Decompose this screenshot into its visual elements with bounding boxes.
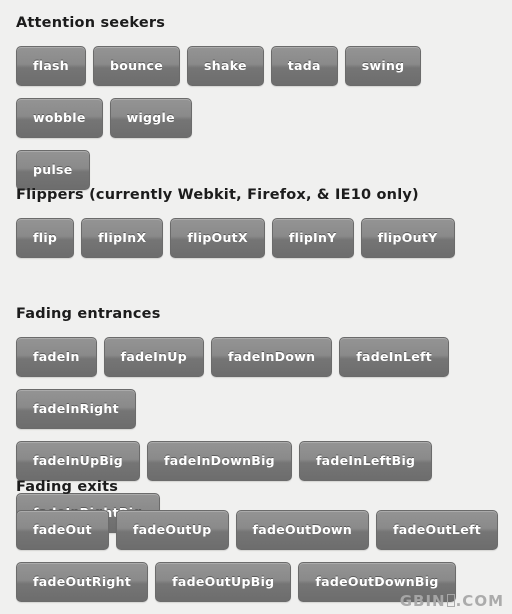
animation-button-fadeIn[interactable]: fadeIn <box>16 336 97 377</box>
animation-demo-page: Attention seekers flash bounce shake tada sw… <box>0 0 512 614</box>
watermark-suffix: .COM <box>455 592 504 610</box>
site-watermark: GBIN .COM <box>400 592 504 610</box>
section-title-fading-exits: Fading exits <box>16 479 119 495</box>
watermark-prefix: GBIN <box>399 592 446 610</box>
animation-button-flipInY[interactable]: flipInY <box>271 217 354 258</box>
button-rows-flippers: flip flipInX flipOutX flipInY flipOutY <box>16 217 504 270</box>
animation-button-fadeOutRight[interactable]: fadeOutRight <box>16 561 149 602</box>
button-row: fadeOut fadeOutUp fadeOutDown fadeOutLeft <box>16 509 504 562</box>
animation-button-swing[interactable]: swing <box>344 45 422 86</box>
animation-button-fadeInLeftBig[interactable]: fadeInLeftBig <box>298 440 433 481</box>
animation-button-tada[interactable]: tada <box>270 45 338 86</box>
animation-button-fadeOutLeft[interactable]: fadeOutLeft <box>376 509 498 550</box>
animation-button-wobble[interactable]: wobble <box>16 97 103 138</box>
animation-button-fadeInRight[interactable]: fadeInRight <box>16 388 136 429</box>
animation-button-fadeInUp[interactable]: fadeInUp <box>103 336 205 377</box>
animation-button-fadeInDownBig[interactable]: fadeInDownBig <box>147 440 292 481</box>
section-title-fading-entrances: Fading entrances <box>16 306 161 322</box>
section-attention-seekers: Attention seekers flash bounce shake tada sw… <box>16 16 504 202</box>
animation-button-flip[interactable]: flip <box>16 217 75 258</box>
animation-button-flipOutY[interactable]: flipOutY <box>360 217 455 258</box>
animation-button-fadeInUpBig[interactable]: fadeInUpBig <box>16 440 141 481</box>
animation-button-fadeInLeft[interactable]: fadeInLeft <box>339 336 449 377</box>
section-title-flippers: Flippers (currently Webkit, Firefox, & I… <box>16 187 419 203</box>
animation-button-fadeOut[interactable]: fadeOut <box>16 509 109 550</box>
section-title-attention-seekers: Attention seekers <box>16 15 166 31</box>
watermark-box-glyph <box>446 594 455 607</box>
animation-button-flipOutX[interactable]: flipOutX <box>170 217 265 258</box>
animation-button-fadeInDown[interactable]: fadeInDown <box>211 336 333 377</box>
animation-button-fadeOutDown[interactable]: fadeOutDown <box>235 509 370 550</box>
section-flippers: Flippers (currently Webkit, Firefox, & I… <box>16 188 504 270</box>
animation-button-shake[interactable]: shake <box>187 45 264 86</box>
button-row: flash bounce shake tada swing wobble wiggle <box>16 45 504 150</box>
animation-button-bounce[interactable]: bounce <box>93 45 181 86</box>
animation-button-fadeOutUpBig[interactable]: fadeOutUpBig <box>155 561 292 602</box>
animation-button-flipInX[interactable]: flipInX <box>81 217 164 258</box>
animation-button-flash[interactable]: flash <box>16 45 86 86</box>
button-rows-attention-seekers: flash bounce shake tada swing wobble wiggle pul… <box>16 45 504 202</box>
animation-button-fadeOutUp[interactable]: fadeOutUp <box>115 509 229 550</box>
button-row: flip flipInX flipOutX flipInY flipOutY <box>16 217 504 270</box>
animation-button-wiggle[interactable]: wiggle <box>109 97 192 138</box>
button-row: fadeIn fadeInUp fadeInDown fadeInLeft fadeIn… <box>16 336 504 441</box>
animation-button-pulse[interactable]: pulse <box>16 149 90 190</box>
